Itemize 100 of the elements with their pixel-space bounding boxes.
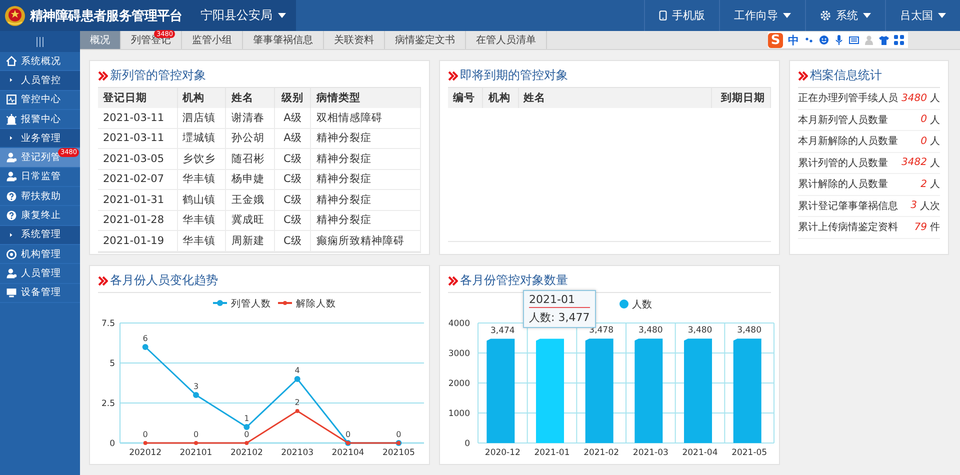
data-label: 6 (142, 334, 148, 343)
stat-value: 3480 (902, 92, 927, 104)
bar[interactable] (684, 338, 712, 443)
legend-item[interactable]: 列管人数 (213, 298, 271, 310)
help-icon (6, 210, 17, 222)
table-cell: 杨申婕 (226, 169, 274, 190)
chevrons-icon (448, 276, 458, 286)
panel-title: 各月份管控对象数量 (460, 272, 568, 289)
user-icon (6, 268, 17, 279)
data-label: 0 (396, 430, 402, 439)
stat-label: 本月新解除的人员数量 (798, 134, 899, 148)
table-cell: 精神分裂症 (310, 148, 420, 169)
bar[interactable] (536, 338, 564, 443)
table-cell: 2021-01-28 (98, 210, 178, 230)
data-label: 0 (193, 430, 199, 439)
sidebar-section[interactable]: 系统管理 (0, 226, 80, 245)
smiley-icon[interactable] (819, 35, 829, 45)
data-label: 0 (244, 430, 250, 439)
chart-icon (6, 94, 17, 106)
stat-label: 累计上传病情鉴定资料 (798, 220, 899, 234)
phone-icon (659, 10, 667, 21)
shirt-icon[interactable] (879, 35, 889, 45)
table-cell: 堽城镇 (177, 128, 226, 148)
axis-label: 202012 (129, 448, 162, 458)
axis-label: 202105 (382, 448, 415, 458)
app-title: 精神障碍患者服务管理平台 (30, 8, 182, 24)
microphone-icon[interactable] (834, 35, 844, 45)
stat-label: 累计登记肇事肇祸信息 (798, 200, 899, 213)
table-cell: 孙公胡 (226, 128, 274, 148)
data-label: 3,480 (638, 326, 663, 336)
column-header: 姓名 (226, 88, 274, 108)
axis-label: 2021-04 (682, 448, 718, 458)
data-point (244, 424, 250, 430)
ime-mode[interactable]: 中 (788, 32, 799, 48)
table-cell: 精神分裂症 (310, 210, 420, 230)
table-cell: 华丰镇 (177, 169, 226, 190)
panel-title: 新列管的管控对象 (110, 67, 206, 84)
stat-unit: 人 (930, 178, 940, 192)
data-label: 3 (193, 382, 199, 391)
table-cell: C级 (274, 210, 311, 230)
axis-label: 7.5 (101, 319, 115, 329)
unit-dropdown[interactable]: 宁阳县公安局 (190, 0, 296, 31)
data-label: 0 (345, 430, 351, 439)
axis-label: 2000 (448, 379, 470, 389)
stat-value: 2 (920, 178, 927, 190)
panel-title: 各月份人员变化趋势 (110, 272, 218, 289)
bar[interactable] (486, 338, 515, 443)
axis-label: 202101 (180, 448, 212, 458)
table-cell: 精神分裂症 (310, 169, 420, 190)
stat-label: 累计列管的人员数量 (798, 156, 889, 170)
axis-label: 2021-03 (632, 448, 668, 458)
table-cell: 乡饮乡 (177, 148, 226, 169)
table-cell: 2021-03-05 (98, 148, 178, 169)
table-cell: 泗店镇 (177, 108, 226, 128)
legend-label: 解除人数 (296, 298, 336, 310)
table-cell: 2021-03-11 (98, 108, 178, 128)
keyboard-icon[interactable] (849, 35, 859, 45)
table-cell: 癫痫所致精神障碍 (310, 230, 420, 251)
bar[interactable] (585, 338, 614, 443)
grid-icon[interactable] (894, 35, 904, 45)
emblem-icon (4, 4, 26, 26)
column-header: 级别 (274, 88, 311, 108)
stat-label: 正在办理列管手续人员 (798, 92, 899, 106)
bar[interactable] (733, 338, 762, 443)
stat-value: 0 (920, 136, 927, 147)
legend-item[interactable]: 人数 (620, 300, 652, 310)
table-cell: C级 (274, 148, 311, 169)
column-header: 病情类型 (310, 88, 420, 108)
legend-label: 列管人数 (231, 298, 271, 310)
monitor-icon (6, 287, 17, 298)
axis-label: 0 (464, 439, 470, 449)
axis-label: 3000 (448, 349, 470, 359)
user-icon (6, 152, 17, 164)
data-point (295, 409, 300, 413)
data-point (244, 441, 249, 445)
data-point (142, 344, 148, 350)
table-cell: 华丰镇 (177, 230, 226, 251)
axis-label: 202103 (281, 448, 314, 458)
expand-arrow-icon (10, 230, 15, 239)
user-icon[interactable] (864, 35, 874, 45)
menu-toggle-icon[interactable] (0, 31, 80, 52)
chevrons-icon (98, 276, 108, 286)
sidebar-section[interactable]: 业务管理 (0, 129, 80, 148)
table-cell: C级 (274, 230, 311, 251)
data-point (193, 392, 199, 398)
data-label: 0 (142, 430, 148, 439)
stat-value: 3482 (902, 157, 927, 168)
bar[interactable] (634, 338, 663, 443)
table-cell: 鹤山镇 (177, 190, 226, 210)
chevrons-icon (798, 70, 808, 80)
expand-arrow-icon (10, 134, 15, 142)
sidebar-section[interactable]: 人员管控 (0, 71, 80, 91)
column-header: 登记日期 (98, 88, 178, 108)
stat-unit: 件 (930, 221, 940, 234)
axis-label: 2020-12 (484, 448, 520, 458)
column-header: 机构 (482, 88, 518, 108)
stat-value: 3 (910, 200, 917, 212)
table-cell: 冀成旺 (226, 210, 274, 230)
data-label: 3,480 (737, 326, 762, 336)
legend-item[interactable]: 解除人数 (278, 298, 336, 310)
